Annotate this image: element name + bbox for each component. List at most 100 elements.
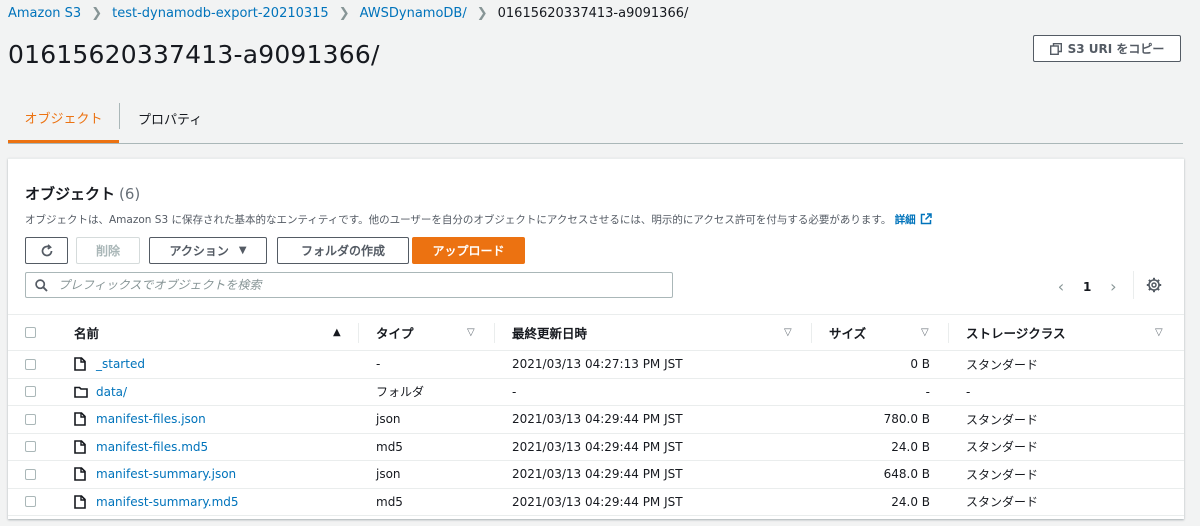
create-folder-button[interactable]: フォルダの作成	[277, 237, 409, 264]
object-size: 648.0 B	[883, 467, 930, 481]
object-storage-class: スタンダード	[966, 467, 1039, 482]
object-storage-class: スタンダード	[966, 357, 1039, 372]
upload-button[interactable]: アップロード	[412, 237, 525, 264]
column-header-type[interactable]: タイプ	[376, 315, 414, 350]
delete-button[interactable]: 削除	[76, 237, 140, 264]
table-row[interactable]: manifest-files.json json 2021/03/13 04:29:…	[8, 406, 1184, 434]
chevron-right-icon: ❯	[91, 6, 103, 21]
file-icon	[74, 461, 86, 487]
object-storage-class: -	[966, 384, 971, 399]
refresh-button[interactable]	[25, 237, 68, 264]
page-number[interactable]: 1	[1083, 280, 1091, 294]
table-body: _started - 2021/03/13 04:27:13 PM JST 0 B スタ…	[8, 351, 1184, 516]
tab-properties[interactable]: プロパティ	[138, 95, 202, 142]
caret-down-icon: ▼	[238, 245, 247, 256]
sort-icon[interactable]: ▽	[784, 327, 792, 338]
tab-objects[interactable]: オブジェクト	[8, 95, 119, 143]
panel-description-line: オブジェクトは、Amazon S3 に保存された基本的なエンティティです。他のユ…	[25, 212, 932, 227]
column-header-last-modified[interactable]: 最終更新日時	[512, 315, 587, 350]
select-all-checkbox-cell	[25, 315, 36, 350]
breadcrumb-current: 01615620337413-a9091366/	[497, 6, 689, 21]
search-box	[25, 272, 673, 298]
object-storage-class: スタンダード	[966, 440, 1039, 454]
object-size: 24.0 B	[891, 494, 930, 509]
sort-icon[interactable]: ▽	[921, 327, 929, 338]
row-checkbox[interactable]	[25, 441, 36, 452]
object-name-link[interactable]: manifest-summary.json	[96, 461, 236, 487]
select-all-checkbox[interactable]	[25, 327, 36, 338]
object-last-modified: 2021/03/13 04:27:13 PM JST	[512, 357, 683, 371]
row-checkbox-cell	[25, 406, 36, 432]
search-icon	[35, 278, 48, 292]
copy-s3-uri-button[interactable]: S3 URI をコピー	[1033, 35, 1181, 62]
object-last-modified: 2021/03/13 04:29:44 PM JST	[512, 439, 683, 454]
file-icon	[74, 406, 86, 432]
objects-panel: オブジェクト (6) オブジェクトは、Amazon S3 に保存された基本的なエン…	[8, 158, 1184, 519]
breadcrumb: Amazon S3 ❯ test-dynamodb-export-2021031…	[8, 6, 688, 21]
copy-s3-uri-label: S3 URI をコピー	[1067, 42, 1165, 56]
external-link-icon[interactable]	[920, 213, 932, 225]
details-link[interactable]: 詳細	[895, 214, 916, 226]
page-title: 01615620337413-a9091366/	[8, 40, 380, 69]
object-last-modified: 2021/03/13 04:29:44 PM JST	[512, 494, 683, 509]
object-size: 24.0 B	[891, 439, 930, 454]
object-storage-class: スタンダード	[966, 495, 1039, 509]
chevron-left-icon[interactable]: ‹	[1053, 277, 1069, 296]
sort-icon[interactable]: ▽	[1155, 327, 1163, 338]
table-row[interactable]: manifest-summary.json json 2021/03/13 04:2…	[8, 461, 1184, 489]
chevron-right-icon[interactable]: ›	[1105, 277, 1121, 296]
row-checkbox[interactable]	[25, 468, 36, 480]
column-divider	[494, 323, 495, 343]
breadcrumb-prefix[interactable]: AWSDynamoDB/	[360, 6, 467, 21]
refresh-icon	[41, 243, 52, 256]
column-header-name[interactable]: 名前	[74, 315, 99, 350]
panel-title: オブジェクト	[25, 185, 116, 203]
object-storage-class: スタンダード	[966, 412, 1039, 427]
object-name-link[interactable]: manifest-files.json	[96, 406, 206, 432]
pagination-divider	[1133, 271, 1134, 299]
actions-dropdown[interactable]: アクション ▼	[149, 237, 267, 264]
panel-header: オブジェクト (6)	[25, 183, 140, 204]
object-name-link[interactable]: manifest-files.md5	[96, 434, 208, 460]
row-checkbox-cell	[25, 461, 36, 487]
chevron-right-icon: ❯	[476, 6, 488, 21]
breadcrumb-bucket[interactable]: test-dynamodb-export-20210315	[112, 6, 329, 21]
breadcrumb-amazon-s3[interactable]: Amazon S3	[8, 6, 81, 21]
object-count: (6)	[119, 185, 141, 203]
table-row[interactable]: _started - 2021/03/13 04:27:13 PM JST 0 B スタ…	[8, 351, 1184, 379]
file-icon	[74, 489, 86, 515]
folder-icon	[74, 379, 88, 405]
table-row[interactable]: manifest-summary.md5 md5 2021/03/13 04:29:…	[8, 489, 1184, 516]
gear-icon[interactable]	[1146, 277, 1162, 293]
object-type: json	[376, 467, 401, 481]
table-row[interactable]: manifest-files.md5 md5 2021/03/13 04:29:44…	[8, 434, 1184, 461]
pagination: ‹ 1 ›	[1053, 277, 1121, 296]
object-type: json	[376, 412, 401, 426]
sort-icon[interactable]: ▽	[467, 327, 475, 338]
tab-divider	[119, 103, 120, 129]
row-checkbox[interactable]	[25, 496, 36, 507]
object-name-link[interactable]: data/	[96, 379, 127, 405]
column-divider	[948, 323, 949, 343]
object-name-link[interactable]: manifest-summary.md5	[96, 489, 239, 515]
column-header-size[interactable]: サイズ	[829, 315, 866, 350]
row-checkbox[interactable]	[25, 413, 36, 425]
object-name-link[interactable]: _started	[96, 351, 145, 377]
panel-description: オブジェクトは、Amazon S3 に保存された基本的なエンティティです。他のユ…	[25, 214, 892, 226]
table-row[interactable]: data/フォルダ - - -	[8, 379, 1184, 406]
actions-label: アクション	[169, 244, 229, 258]
row-checkbox[interactable]	[25, 386, 36, 397]
search-input[interactable]	[56, 277, 650, 293]
row-checkbox[interactable]	[25, 358, 36, 370]
object-size: 780.0 B	[883, 412, 930, 426]
sort-ascending-icon[interactable]: ▲	[333, 327, 341, 338]
object-size: 0 B	[910, 357, 930, 371]
object-type: md5	[376, 494, 403, 509]
object-last-modified: 2021/03/13 04:29:44 PM JST	[512, 467, 683, 481]
row-checkbox-cell	[25, 379, 36, 405]
row-checkbox-cell	[25, 351, 36, 377]
object-last-modified: -	[512, 384, 517, 399]
column-header-storage-class[interactable]: ストレージクラス	[966, 315, 1066, 350]
object-size: -	[925, 384, 930, 399]
copy-icon	[1049, 42, 1062, 55]
